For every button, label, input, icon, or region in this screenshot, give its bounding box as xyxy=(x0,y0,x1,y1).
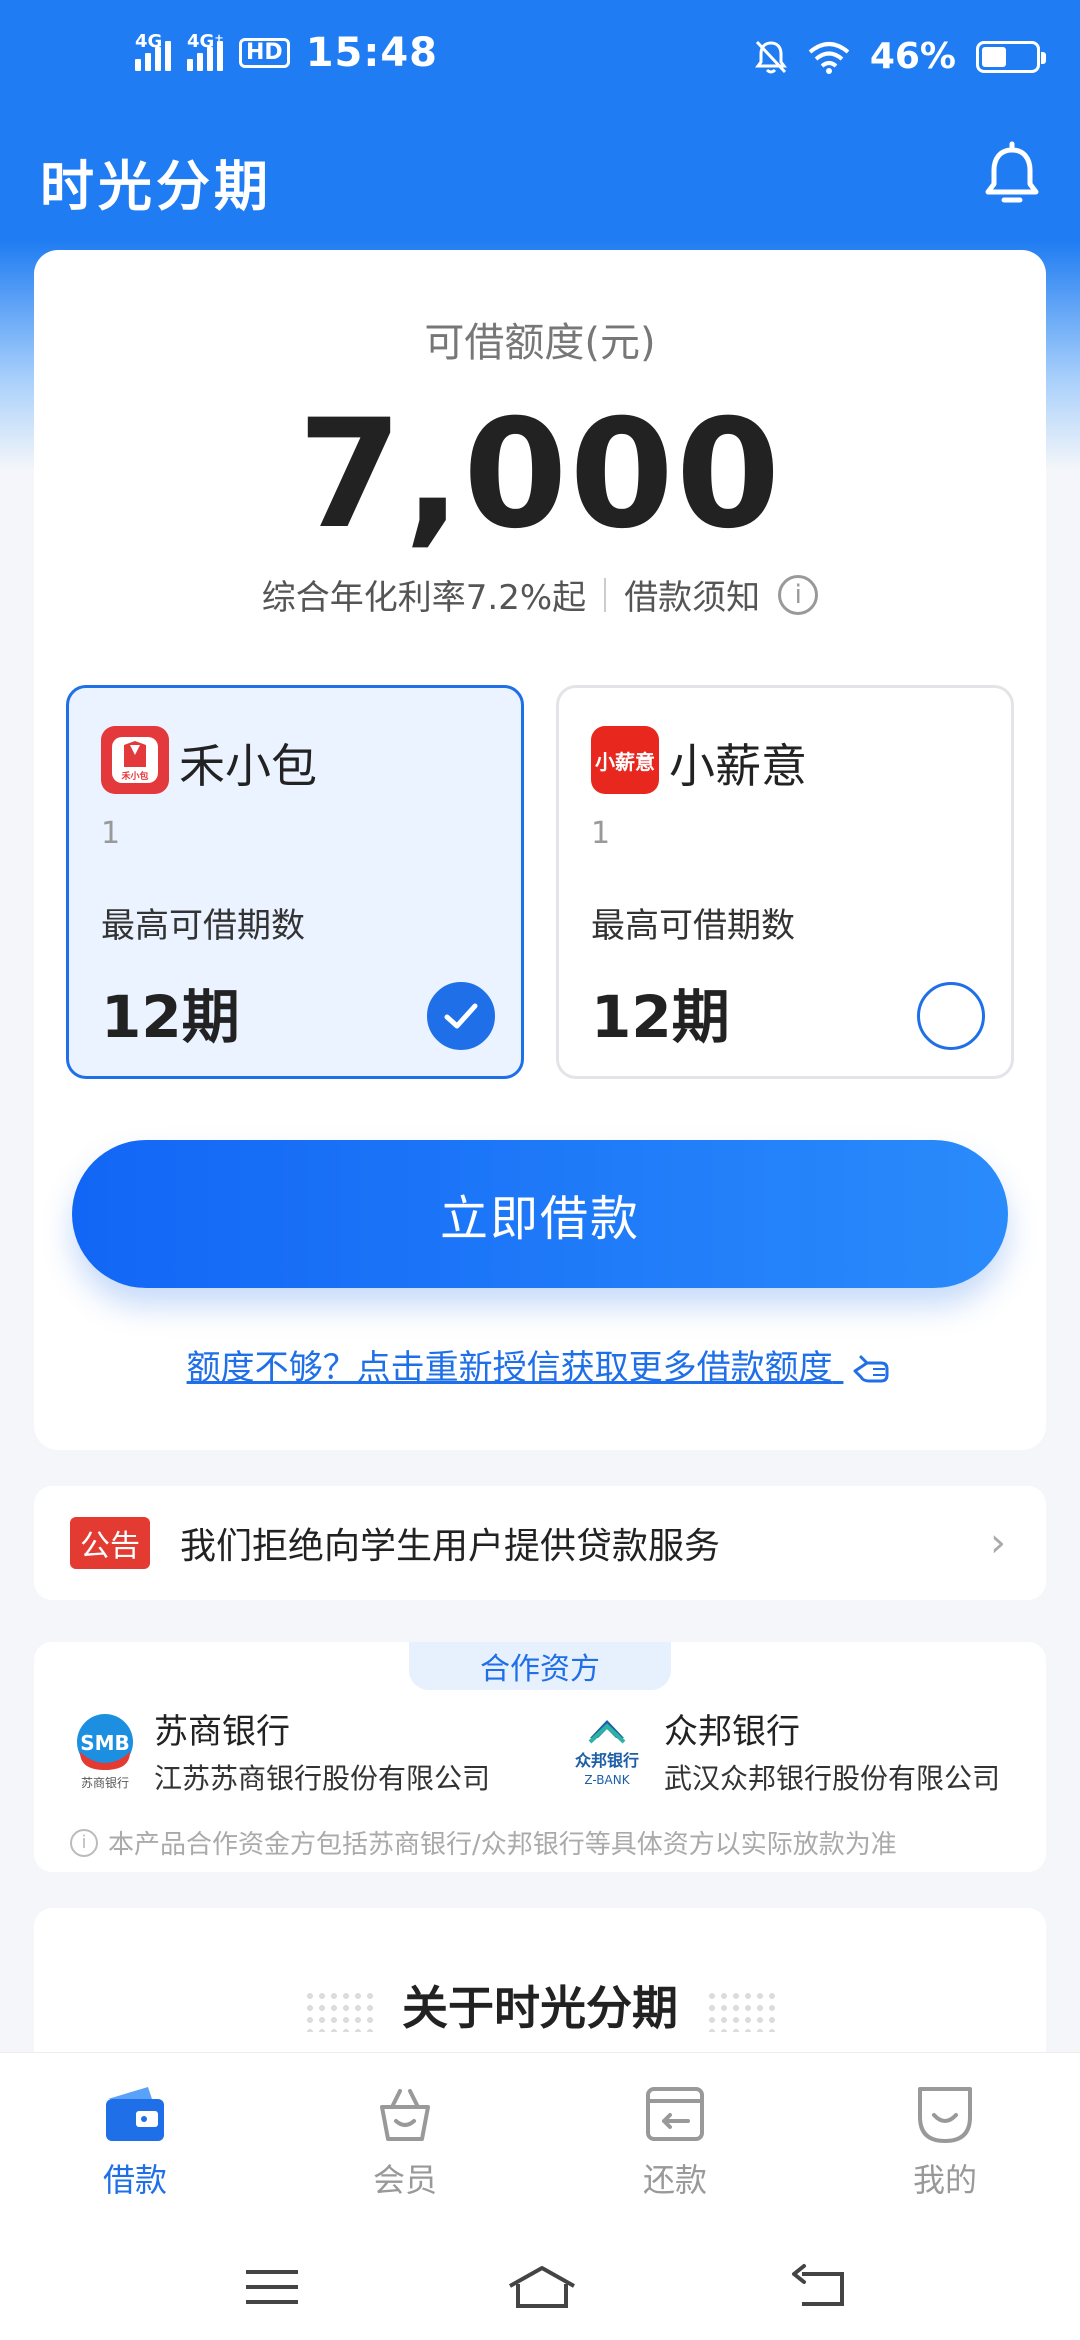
home-icon[interactable] xyxy=(506,2262,578,2312)
product-card-hexiaobao[interactable]: 禾小包 禾小包 1 最高可借期数 12期 xyxy=(66,685,524,1079)
hexiaobao-logo: 禾小包 xyxy=(101,726,169,794)
product-name: 禾小包 xyxy=(179,739,317,793)
wallet-icon xyxy=(106,2087,164,2141)
smb-bank-logo: SMB 苏商银行 xyxy=(70,1712,140,1790)
announcement-badge: 公告 xyxy=(70,1517,150,1569)
partners-disclaimer: i 本产品合作资金方包括苏商银行/众邦银行等具体资方以实际放款为准 xyxy=(70,1824,897,1861)
about-title: 关于时光分期 xyxy=(402,1981,678,2035)
interest-rate-text: 综合年化利率7.2%起 xyxy=(261,578,587,618)
chevron-right-icon: › xyxy=(990,1520,1006,1566)
smb-logo-subtext: 苏商银行 xyxy=(81,1775,129,1790)
status-time: 15:48 xyxy=(305,30,439,76)
reapply-credit-link[interactable]: 额度不够？点击重新授信获取更多借款额度 xyxy=(34,1340,1046,1389)
product-radio-selected[interactable] xyxy=(427,982,495,1050)
quota-label: 可借额度(元) xyxy=(424,320,656,366)
reapply-credit-text: 额度不够？点击重新授信获取更多借款额度 xyxy=(186,1348,833,1388)
checkmark-icon xyxy=(444,1003,478,1029)
info-icon[interactable]: i xyxy=(778,574,819,615)
product-term-label: 最高可借期数 xyxy=(101,906,305,946)
xiaoxinyi-logo-text: 小薪意 xyxy=(595,749,655,774)
info-icon: i xyxy=(70,1828,98,1857)
bell-icon[interactable] xyxy=(980,140,1044,210)
battery-icon xyxy=(976,40,1046,73)
zbank-logo-text: 众邦银行 xyxy=(575,1751,639,1770)
battery-percent: 46% xyxy=(869,36,956,77)
smile-face-icon xyxy=(918,2087,972,2143)
decorative-dots xyxy=(706,1990,776,2032)
product-number: 1 xyxy=(101,816,121,851)
bank-suzhou-commercial: SMB 苏商银行 苏商银行 江苏苏商银行股份有限公司 xyxy=(70,1704,490,1797)
announcement-bar[interactable]: 公告 我们拒绝向学生用户提供贷款服务 › xyxy=(34,1486,1046,1600)
basket-icon xyxy=(380,2089,430,2141)
bank-full-name: 江苏苏商银行股份有限公司 xyxy=(154,1762,491,1795)
partners-title: 合作资方 xyxy=(409,1642,671,1690)
product-term: 12期 xyxy=(101,983,240,1051)
product-term-label: 最高可借期数 xyxy=(591,906,795,946)
quota-amount: 7,000 xyxy=(297,388,783,562)
bank-full-name: 武汉众邦银行股份有限公司 xyxy=(664,1762,1001,1795)
pointing-hand-icon xyxy=(853,1355,889,1382)
nav-item-repay[interactable]: 还款 xyxy=(540,2053,810,2230)
divider xyxy=(604,577,607,612)
borrow-now-button[interactable]: 立即借款 xyxy=(72,1140,1008,1288)
wifi-icon xyxy=(808,41,850,74)
rate-row: 综合年化利率7.2%起 借款须知 i xyxy=(34,570,1046,619)
loan-card: 可借额度(元) 7,000 综合年化利率7.2%起 借款须知 i 禾小包 禾小包… xyxy=(34,250,1046,1450)
app-header: 时光分期 xyxy=(0,120,1080,240)
bank-name: 苏商银行 xyxy=(154,1712,290,1752)
product-name: 小薪意 xyxy=(669,739,807,793)
nav-item-borrow[interactable]: 借款 xyxy=(0,2053,270,2230)
card-return-icon xyxy=(646,2087,704,2141)
nav-label: 还款 xyxy=(642,2161,707,2199)
disclaimer-text: 本产品合作资金方包括苏商银行/众邦银行等具体资方以实际放款为准 xyxy=(108,1830,897,1860)
network-type-label: 4G⁺ xyxy=(187,31,224,52)
zbank-logo: 众邦银行 Z-BANK xyxy=(564,1712,650,1790)
nav-item-mine[interactable]: 我的 xyxy=(810,2053,1080,2230)
signal-icon: 4G⁺ xyxy=(187,31,224,71)
hd-voice-icon: HD xyxy=(239,38,290,68)
nav-label: 我的 xyxy=(912,2161,977,2199)
system-navigation-bar xyxy=(0,2230,1080,2340)
menu-icon[interactable] xyxy=(240,2262,304,2312)
bank-name: 众邦银行 xyxy=(664,1712,800,1752)
product-term: 12期 xyxy=(591,983,730,1051)
bank-zhongbang: 众邦银行 Z-BANK 众邦银行 武汉众邦银行股份有限公司 xyxy=(564,1704,1000,1797)
status-bar: 4G 4G⁺ HD 15:48 46% xyxy=(0,0,1080,120)
network-type-label: 4G xyxy=(135,31,163,52)
partner-banks-card: 合作资方 SMB 苏商银行 苏商银行 江苏苏商银行股份有限公司 众邦银行 Z-B… xyxy=(34,1642,1046,1872)
mute-bell-icon xyxy=(754,40,787,73)
signal-icon: 4G xyxy=(135,31,171,71)
product-number: 1 xyxy=(591,816,611,851)
bottom-navigation: 借款 会员 还款 我的 xyxy=(0,2052,1080,2230)
hexiaobao-logo-text: 禾小包 xyxy=(121,770,148,782)
nav-item-member[interactable]: 会员 xyxy=(270,2053,540,2230)
nav-label: 会员 xyxy=(372,2161,437,2199)
product-radio-unselected[interactable] xyxy=(917,982,985,1050)
nav-label: 借款 xyxy=(102,2161,167,2199)
hexiaobao-logo-icon: 禾小包 xyxy=(112,737,158,783)
back-icon[interactable] xyxy=(790,2262,854,2312)
product-card-xiaoxinyi[interactable]: 小薪意 小薪意 1 最高可借期数 12期 xyxy=(556,685,1014,1079)
xiaoxinyi-logo: 小薪意 xyxy=(591,726,659,794)
announcement-text: 我们拒绝向学生用户提供贷款服务 xyxy=(180,1526,721,1567)
loan-notice-link[interactable]: 借款须知 xyxy=(624,570,760,619)
zbank-logo-subtext: Z-BANK xyxy=(584,1773,630,1787)
app-title: 时光分期 xyxy=(40,155,272,218)
smb-logo-text: SMB xyxy=(80,1731,130,1755)
